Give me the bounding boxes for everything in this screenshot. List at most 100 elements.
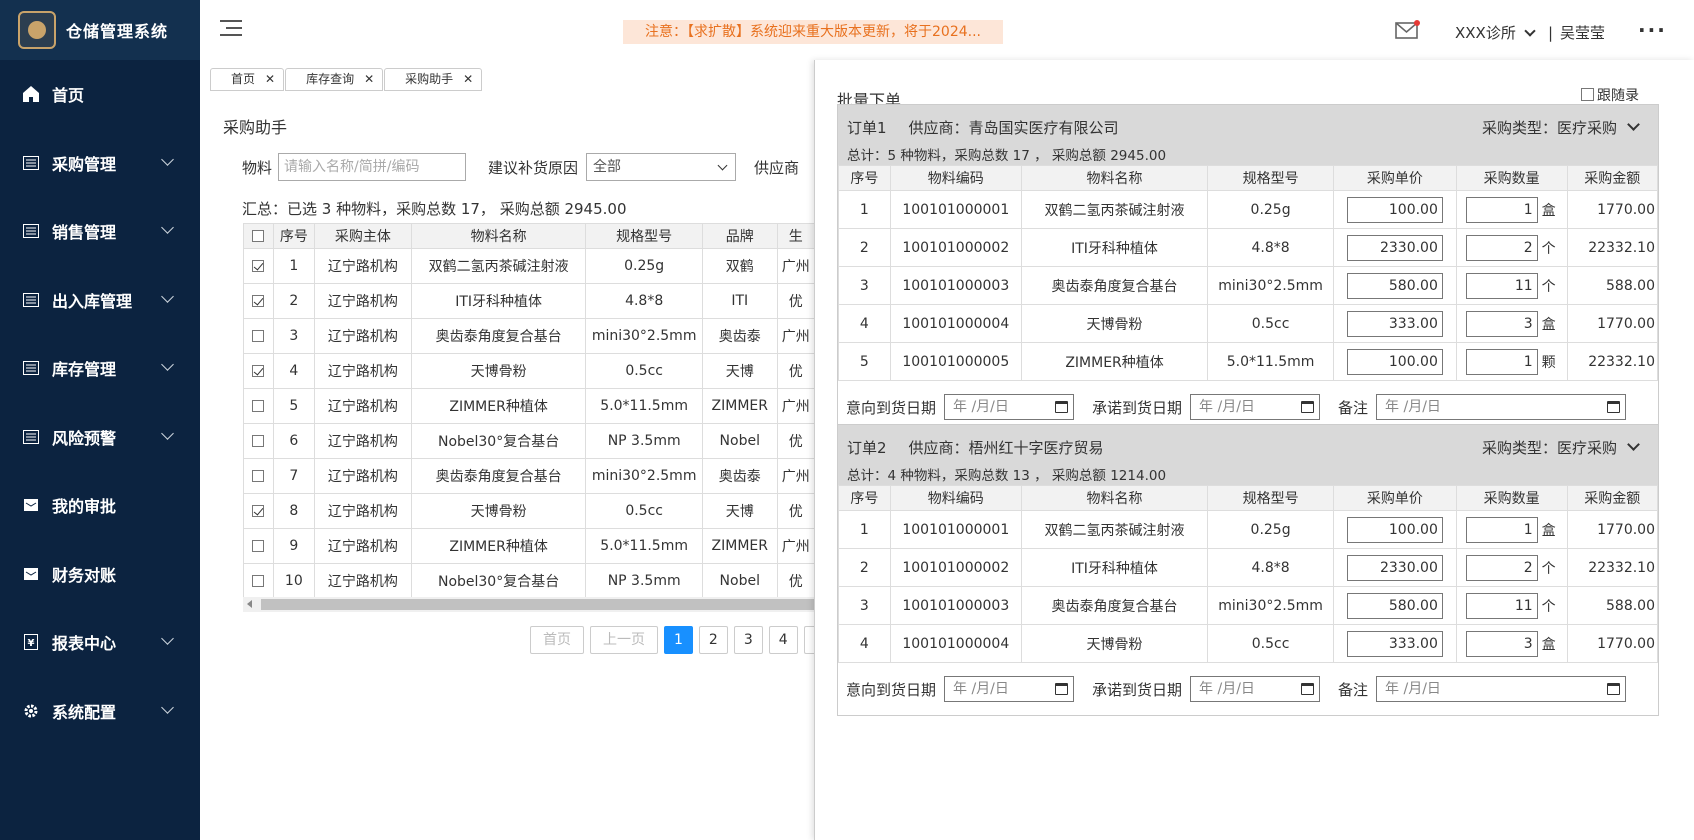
tab-2[interactable]: 采购助手 ✕: [384, 68, 483, 91]
clinic-selector[interactable]: XXX诊所: [1455, 22, 1536, 43]
purchase-type-select[interactable]: 采购类型：医疗采购: [1482, 437, 1640, 458]
scroll-left-icon[interactable]: [247, 600, 252, 608]
sidebar-item-7[interactable]: 财务对账: [0, 540, 200, 609]
table-row[interactable]: 1 辽宁路机构 双鹤二氢丙茶碱注射液 0.25g 双鹤 广州: [243, 248, 815, 284]
intended-date-input[interactable]: 年 /月/日: [944, 394, 1075, 420]
menu-toggle-icon[interactable]: [220, 20, 242, 40]
material-search-input[interactable]: 请输入名称/简拼/编码: [278, 153, 467, 181]
table-row[interactable]: 5 辽宁路机构 ZIMMER种植体 5.0*11.5mm ZIMMER 广州: [243, 388, 815, 424]
remark-input[interactable]: 年 /月/日: [1376, 394, 1627, 420]
unit-price-input[interactable]: 100.00: [1346, 516, 1443, 543]
close-icon[interactable]: ✕: [265, 72, 275, 86]
table-row[interactable]: 7 辽宁路机构 奥齿泰角度复合基台 mini30°2.5mm 奥齿泰 广州: [243, 458, 815, 494]
cell-brand: Nobel: [701, 563, 778, 597]
quantity-input[interactable]: 2: [1465, 554, 1538, 581]
quantity-input[interactable]: 2: [1465, 234, 1538, 261]
row-checkbox[interactable]: [252, 260, 265, 272]
remark-input[interactable]: 年 /月/日: [1376, 676, 1627, 702]
sidebar-item-5[interactable]: 风险预警: [0, 403, 200, 472]
table-row[interactable]: 4 辽宁路机构 天博骨粉 0.5cc 天博优: [243, 353, 815, 389]
calendar-icon[interactable]: [1055, 401, 1069, 413]
table-row[interactable]: 6 辽宁路机构 Nobel30°复合基台 NP 3.5mm Nobel 优: [243, 423, 815, 459]
row-checkbox[interactable]: [252, 435, 265, 447]
cell-no: 4: [838, 624, 891, 663]
unit-price-input[interactable]: 2330.00: [1346, 234, 1443, 261]
cell-no: 7: [272, 458, 315, 494]
sidebar-item-label: 我的审批: [52, 497, 117, 517]
page-button-4[interactable]: 4: [768, 626, 798, 654]
sidebar-item-0[interactable]: 首页: [0, 60, 200, 129]
row-checkbox[interactable]: [252, 540, 265, 552]
row-checkbox[interactable]: [252, 365, 265, 377]
prev-page-button[interactable]: 上一页: [590, 626, 658, 654]
unit-price-input[interactable]: 580.00: [1346, 592, 1443, 619]
row-checkbox[interactable]: [252, 470, 265, 482]
first-page-button[interactable]: 首页: [530, 626, 584, 654]
row-checkbox[interactable]: [252, 295, 265, 307]
table-row[interactable]: 9 辽宁路机构 ZIMMER种植体 5.0*11.5mm ZIMMER 广州: [243, 528, 815, 564]
checkbox[interactable]: [1581, 88, 1594, 101]
purchase-type-select[interactable]: 采购类型：医疗采购: [1482, 117, 1640, 138]
quantity-input[interactable]: 1: [1465, 196, 1538, 223]
unit-price-input[interactable]: 333.00: [1346, 310, 1443, 337]
scrollbar-thumb[interactable]: [261, 599, 821, 610]
cell-entity: 辽宁路机构: [313, 283, 412, 319]
notice-banner[interactable]: 注意：【求扩散】系统迎来重大版本更新，将于2024...: [623, 20, 1003, 44]
quantity-input[interactable]: 1: [1465, 348, 1538, 375]
tab-1[interactable]: 库存查询 ✕: [285, 68, 384, 91]
unit-price-input[interactable]: 2330.00: [1346, 554, 1443, 581]
promised-date-input[interactable]: 年 /月/日: [1190, 394, 1321, 420]
horizontal-scrollbar[interactable]: [243, 597, 821, 612]
page-button-1[interactable]: 1: [664, 626, 693, 654]
promised-date-input[interactable]: 年 /月/日: [1190, 676, 1321, 702]
sidebar-item-9[interactable]: 系统配置: [0, 677, 200, 746]
page-button-3[interactable]: 3: [733, 626, 763, 654]
page-button-2[interactable]: 2: [698, 626, 728, 654]
calendar-icon[interactable]: [1055, 683, 1069, 695]
table-row[interactable]: 10 辽宁路机构 Nobel30°复合基台 NP 3.5mm Nobel 优: [243, 563, 815, 597]
row-checkbox[interactable]: [252, 330, 265, 342]
list-icon: [22, 222, 40, 240]
quantity-input[interactable]: 1: [1465, 516, 1538, 543]
quantity-input[interactable]: 3: [1465, 630, 1538, 657]
table-row[interactable]: 2 辽宁路机构 ITI牙科种植体 4.8*8 ITI 优: [243, 283, 815, 319]
sidebar-item-8[interactable]: ¥ 报表中心: [0, 608, 200, 677]
row-checkbox[interactable]: [252, 400, 265, 412]
mail-icon[interactable]: [1395, 20, 1421, 40]
calendar-icon[interactable]: [1301, 683, 1315, 695]
quantity-input[interactable]: 11: [1465, 592, 1538, 619]
chevron-down-icon: [717, 160, 728, 171]
table-row[interactable]: 3 辽宁路机构 奥齿泰角度复合基台 mini30°2.5mm 奥齿泰 广州: [243, 318, 815, 354]
close-icon[interactable]: ✕: [364, 72, 374, 86]
tab-0[interactable]: 首页 ✕: [210, 68, 285, 91]
intended-date-input[interactable]: 年 /月/日: [944, 676, 1075, 702]
sidebar-item-3[interactable]: 出入库管理: [0, 266, 200, 335]
unit-price-input[interactable]: 580.00: [1346, 272, 1443, 299]
cell-name: ZIMMER种植体: [410, 528, 587, 564]
calendar-icon[interactable]: [1301, 401, 1315, 413]
table-row[interactable]: 8 辽宁路机构 天博骨粉 0.5cc 天博优: [243, 493, 815, 529]
sidebar-item-label: 采购管理: [52, 154, 117, 174]
sidebar-item-2[interactable]: 销售管理: [0, 197, 200, 266]
calendar-icon[interactable]: [1607, 401, 1621, 413]
row-checkbox[interactable]: [252, 575, 265, 587]
more-icon[interactable]: ···: [1638, 18, 1667, 42]
sidebar-item-6[interactable]: 我的审批: [0, 471, 200, 540]
unit-price-input[interactable]: 100.00: [1346, 348, 1443, 375]
row-checkbox[interactable]: [252, 505, 265, 517]
cell-code: 100101000004: [889, 624, 1022, 663]
sidebar-item-4[interactable]: 库存管理: [0, 334, 200, 403]
select-all-checkbox[interactable]: [252, 230, 265, 242]
sidebar-item-1[interactable]: 采购管理: [0, 129, 200, 198]
quantity-input[interactable]: 11: [1465, 272, 1538, 299]
close-icon[interactable]: ✕: [463, 72, 473, 86]
reason-select[interactable]: 全部: [586, 153, 737, 181]
user-name[interactable]: 吴莹莹: [1560, 22, 1605, 43]
unit-price-input[interactable]: 100.00: [1346, 196, 1443, 223]
unit-price-input[interactable]: 333.00: [1346, 630, 1443, 657]
quantity-input[interactable]: 3: [1465, 310, 1538, 337]
unit-label: 个: [1541, 598, 1556, 615]
cell-code: 100101000003: [889, 586, 1022, 625]
order-table: 序号 物料编码 物料名称 规格型号 采购单价 采购数量 采购金额 1 100101000001 双…: [838, 165, 1659, 381]
calendar-icon[interactable]: [1607, 683, 1621, 695]
